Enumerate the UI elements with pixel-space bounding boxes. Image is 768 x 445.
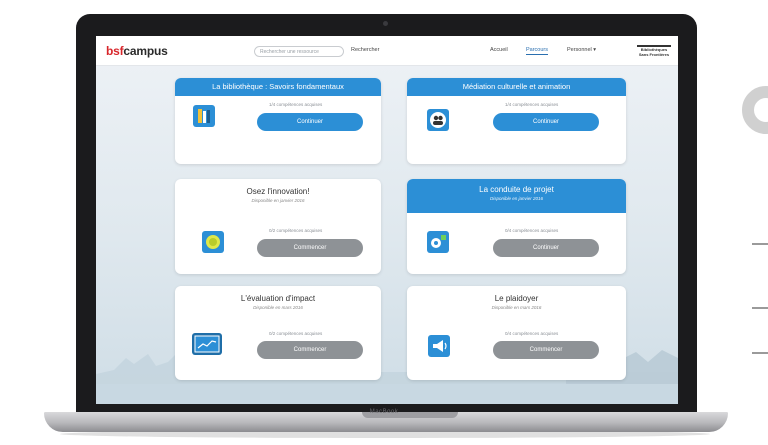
top-navbar: bsfcampus Rechercher une ressource Reche… (96, 36, 678, 66)
start-button[interactable]: Commencer (257, 341, 363, 359)
availability-text: Disponible en janvier 2016 (489, 196, 544, 201)
course-card[interactable]: Osez l'innovation! Disponible en janvier… (175, 179, 381, 274)
continue-button[interactable]: Continuer (493, 113, 599, 131)
course-card[interactable]: Le plaidoyer Disponible en mars 2016 0/4… (407, 286, 626, 380)
progress-text: 0/4 compétences acquises (505, 331, 559, 336)
camera-icon (383, 21, 388, 26)
course-card[interactable]: Médiation culturelle et animation 1/4 co… (407, 78, 626, 164)
device-label: MacBook (369, 409, 399, 415)
availability-text: Disponible en mars 2016 (491, 305, 542, 310)
progress-text: 0/4 compétences acquises (505, 228, 559, 233)
continue-button[interactable]: Continuer (493, 239, 599, 257)
card-title: L'évaluation d'impact (240, 294, 316, 303)
nav-accueil[interactable]: Accueil (490, 47, 508, 53)
search-input[interactable]: Rechercher une ressource (254, 46, 344, 57)
availability-text: Disponible en janvier 2016 (251, 198, 305, 203)
decorative-line (752, 307, 768, 309)
card-title: La conduite de projet (479, 185, 554, 194)
card-header: La conduite de projet Disponible en janv… (407, 179, 626, 213)
partner-logo: Bibliothèques Sans Frontières (637, 45, 671, 57)
progress-text: 1/4 compétences acquises (505, 102, 559, 107)
card-title: Le plaidoyer (494, 294, 539, 303)
start-button[interactable]: Commencer (493, 341, 599, 359)
chart-icon (192, 333, 222, 355)
course-card[interactable]: L'évaluation d'impact Disponible en mars… (175, 286, 381, 380)
laptop-base (44, 412, 728, 432)
books-icon (193, 105, 215, 127)
card-title: Médiation culturelle et animation (407, 78, 626, 96)
card-title: La bibliothèque : Savoirs fondamentaux (175, 78, 381, 96)
lightbulb-icon (202, 231, 224, 253)
bsfcampus-logo[interactable]: bsfcampus (106, 44, 168, 58)
decorative-line (752, 352, 768, 354)
availability-text: Disponible en mars 2016 (253, 305, 303, 310)
nav-parcours[interactable]: Parcours (526, 47, 549, 55)
megaphone-icon (428, 335, 450, 357)
progress-text: 0/2 compétences acquises (269, 228, 323, 233)
start-button[interactable]: Commencer (257, 239, 363, 257)
course-card[interactable]: La conduite de projet Disponible en janv… (407, 179, 626, 274)
people-icon (427, 109, 449, 131)
search-button[interactable]: Rechercher (351, 47, 379, 53)
stage: MacBook bsfcampus Rechercher une ressour… (0, 0, 768, 445)
screen: bsfcampus Rechercher une ressource Reche… (96, 36, 678, 404)
project-icon (427, 231, 449, 253)
decorative-line (752, 243, 768, 245)
course-card[interactable]: La bibliothèque : Savoirs fondamentaux 1… (175, 78, 381, 164)
progress-text: 0/2 compétences acquises (269, 331, 323, 336)
progress-text: 1/4 compétences acquises (269, 102, 323, 107)
logo-campus: campus (123, 44, 168, 58)
continue-button[interactable]: Continuer (257, 113, 363, 131)
logo-bsf: bsf (106, 44, 124, 58)
card-title: Osez l'innovation! (246, 187, 310, 196)
decorative-circle (742, 86, 768, 134)
nav-personnel[interactable]: Personnel ▾ (567, 47, 596, 53)
